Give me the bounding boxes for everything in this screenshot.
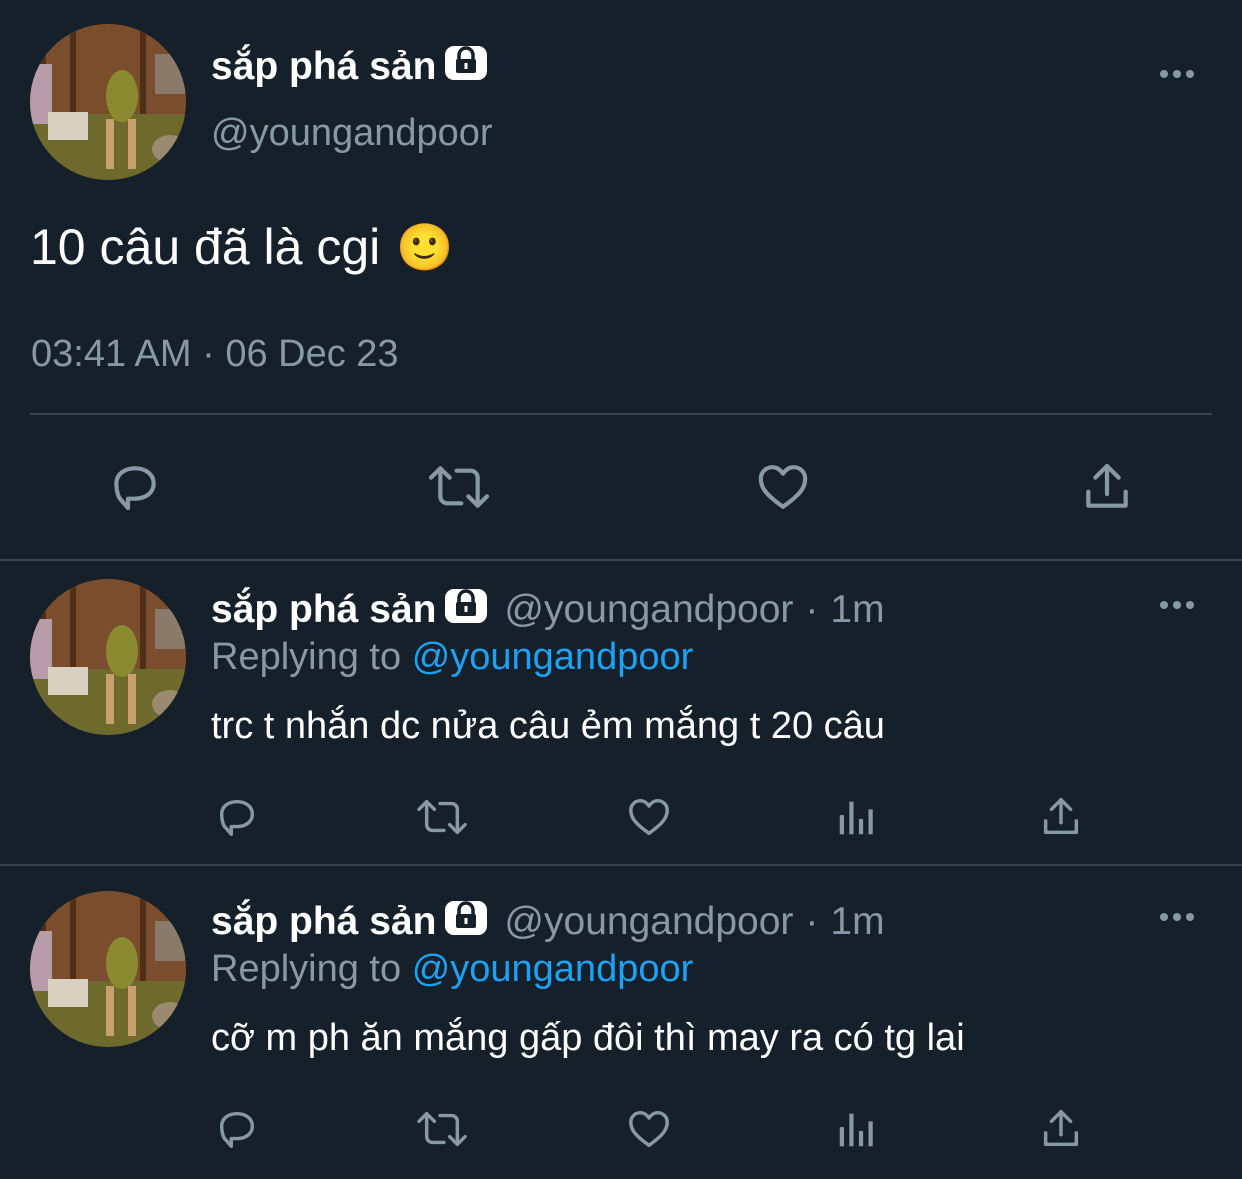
mention-link[interactable]: @youngandpoor — [412, 948, 694, 990]
reply-icon — [219, 799, 255, 836]
separator: · — [805, 588, 819, 631]
like-icon — [629, 798, 669, 836]
reply-time[interactable]: 1m — [830, 900, 884, 944]
retweet-icon — [417, 1111, 467, 1147]
like-button[interactable] — [748, 455, 818, 519]
like-button[interactable] — [624, 792, 674, 842]
avatar[interactable] — [30, 24, 186, 180]
share-icon — [1086, 463, 1128, 508]
smiley-emoji: 🙂 — [396, 220, 454, 273]
reply-header: sắp phá sản @youngandpoor · 1m — [211, 897, 885, 947]
tweet-timestamp[interactable]: 03:41 AM · 06 Dec 23 — [31, 333, 399, 376]
replying-prefix: Replying to — [211, 948, 402, 990]
divider — [30, 413, 1212, 415]
avatar[interactable] — [30, 891, 186, 1047]
like-icon — [758, 465, 808, 509]
share-button[interactable] — [1036, 792, 1086, 842]
analytics-button[interactable] — [832, 1104, 882, 1154]
share-button[interactable] — [1036, 1104, 1086, 1154]
replying-prefix: Replying to — [211, 636, 402, 678]
more-options-icon[interactable] — [1160, 913, 1194, 921]
display-name[interactable]: sắp phá sản — [211, 42, 488, 92]
divider — [0, 559, 1242, 561]
lock-icon — [444, 42, 488, 92]
share-icon — [1043, 798, 1079, 835]
divider — [0, 864, 1242, 866]
replying-to: Replying to @youngandpoor — [211, 948, 693, 991]
separator: · — [805, 900, 819, 943]
analytics-button[interactable] — [832, 792, 882, 842]
avatar[interactable] — [30, 579, 186, 735]
display-name-text[interactable]: sắp phá sản — [211, 45, 436, 89]
tweet-text: 10 câu đã là cgi 🙂 — [30, 218, 454, 276]
retweet-icon — [428, 466, 490, 508]
handle[interactable]: @youngandpoor — [211, 112, 493, 155]
share-button[interactable] — [1072, 455, 1142, 519]
reply-header: sắp phá sản @youngandpoor · 1m — [211, 585, 885, 635]
lock-icon — [444, 585, 488, 635]
retweet-button[interactable] — [414, 1104, 470, 1154]
share-icon — [1043, 1110, 1079, 1147]
reply-button[interactable] — [212, 1104, 262, 1154]
retweet-icon — [417, 799, 467, 835]
like-icon — [629, 1110, 669, 1148]
analytics-icon — [839, 801, 873, 835]
reply-button[interactable] — [100, 455, 170, 519]
like-button[interactable] — [624, 1104, 674, 1154]
reply-icon — [219, 1111, 255, 1148]
display-name[interactable]: sắp phá sản — [211, 588, 436, 632]
more-options-icon[interactable] — [1160, 601, 1194, 609]
handle[interactable]: @youngandpoor — [504, 900, 793, 944]
retweet-button[interactable] — [424, 455, 494, 519]
handle[interactable]: @youngandpoor — [504, 588, 793, 632]
lock-icon — [444, 897, 488, 947]
analytics-icon — [839, 1113, 873, 1147]
mention-link[interactable]: @youngandpoor — [412, 636, 694, 678]
reply-button[interactable] — [212, 792, 262, 842]
reply-text: cỡ m ph ăn mắng gấp đôi thì may ra có tg… — [211, 1017, 965, 1059]
reply-time[interactable]: 1m — [830, 588, 884, 632]
more-options-icon[interactable] — [1160, 70, 1194, 78]
tweet-text-content: 10 câu đã là cgi — [30, 219, 381, 275]
replying-to: Replying to @youngandpoor — [211, 636, 693, 679]
display-name[interactable]: sắp phá sản — [211, 900, 436, 944]
reply-icon — [114, 466, 156, 511]
reply-text: trc t nhắn dc nửa câu ẻm mắng t 20 câu — [211, 705, 885, 747]
retweet-button[interactable] — [414, 792, 470, 842]
